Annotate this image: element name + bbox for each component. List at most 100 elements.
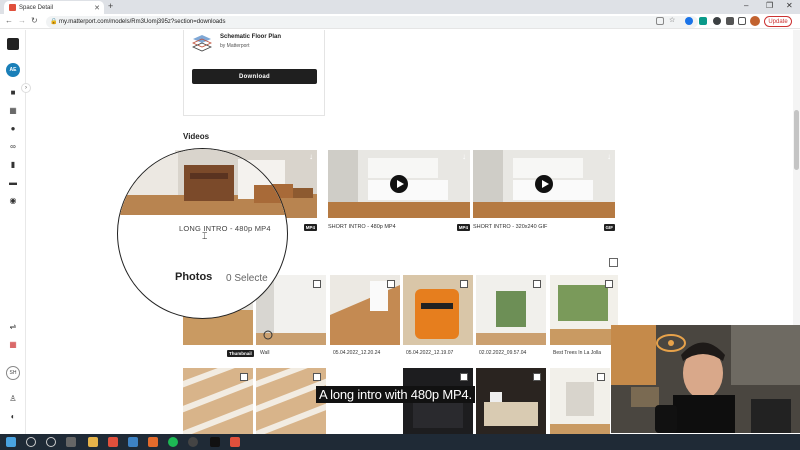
browser-tab[interactable]: Space Detail ✕ bbox=[4, 1, 104, 14]
photo-checkbox[interactable] bbox=[460, 373, 468, 381]
users-icon[interactable]: ● bbox=[8, 124, 18, 134]
webcam-overlay bbox=[611, 325, 800, 433]
settings-sliders-icon[interactable]: ⇌ bbox=[8, 322, 18, 332]
forward-icon[interactable]: → bbox=[18, 16, 26, 25]
videos-heading: Videos bbox=[183, 132, 210, 141]
photo-checkbox[interactable] bbox=[460, 280, 468, 288]
play-button-icon[interactable] bbox=[535, 175, 553, 193]
back-icon[interactable]: ← bbox=[5, 16, 13, 25]
photo-thumbnail[interactable] bbox=[330, 275, 400, 345]
photo-label: 02.02.2022_09.57.04 bbox=[479, 350, 527, 356]
photo-thumbnail[interactable] bbox=[256, 368, 326, 438]
photo-thumbnail[interactable] bbox=[550, 368, 610, 438]
photo-thumbnail[interactable] bbox=[550, 275, 618, 345]
browser-toolbar: ← → ↻ 🔒 my.matterport.com/models/Rm3Uomj… bbox=[0, 14, 800, 29]
globe-icon[interactable]: ◉ bbox=[8, 196, 18, 206]
mouse-cursor-icon: ⌶ bbox=[202, 231, 208, 241]
photo-checkbox[interactable] bbox=[597, 373, 605, 381]
download-arrow-icon[interactable]: ↓ bbox=[309, 152, 313, 161]
new-tab-icon[interactable]: + bbox=[108, 1, 113, 11]
extensions-puzzle-icon[interactable] bbox=[726, 17, 734, 25]
format-badge: GIF bbox=[603, 224, 615, 231]
file-explorer-icon[interactable] bbox=[88, 437, 98, 447]
photo-thumbnail[interactable] bbox=[403, 275, 473, 345]
photos-heading: Photos bbox=[175, 271, 213, 283]
photo-checkbox[interactable] bbox=[240, 373, 248, 381]
expand-sidebar-chevron-icon[interactable]: › bbox=[21, 83, 31, 93]
floor-plan-icon bbox=[192, 35, 212, 52]
extension-2-icon[interactable] bbox=[699, 17, 707, 25]
photo-checkbox[interactable] bbox=[605, 280, 613, 288]
video-card-short-intro-gif[interactable]: ↓ SHORT INTRO - 320x240 GIF GIF bbox=[473, 150, 615, 236]
analytics-icon[interactable]: ▮ bbox=[8, 160, 18, 170]
side-panel-icon[interactable] bbox=[738, 17, 746, 25]
search-icon[interactable] bbox=[26, 437, 36, 447]
minimize-icon[interactable]: – bbox=[744, 1, 748, 10]
photo-checkbox[interactable] bbox=[313, 280, 321, 288]
photo-checkbox[interactable] bbox=[533, 280, 541, 288]
photo-checkbox[interactable] bbox=[387, 280, 395, 288]
floor-plan-title: Schematic Floor Plan bbox=[220, 34, 282, 40]
download-button[interactable]: Download bbox=[192, 69, 317, 84]
page-scrollbar[interactable] bbox=[793, 30, 800, 325]
close-tab-icon[interactable]: ✕ bbox=[94, 4, 100, 12]
x-app-icon[interactable] bbox=[210, 437, 220, 447]
folder-icon[interactable]: ■ bbox=[8, 88, 18, 98]
camera-icon[interactable]: ▬ bbox=[8, 178, 18, 188]
photo-thumbnail[interactable] bbox=[476, 275, 546, 345]
dashboard-icon[interactable]: ▦ bbox=[8, 106, 18, 116]
format-badge: MP4 bbox=[303, 224, 317, 231]
select-all-photos-checkbox[interactable] bbox=[609, 258, 618, 267]
help-icon[interactable]: ◐ bbox=[8, 412, 18, 422]
maximize-icon[interactable]: ❐ bbox=[766, 1, 773, 10]
grid-apps-icon[interactable]: ▦ bbox=[8, 340, 18, 350]
tab-title: Space Detail bbox=[19, 4, 54, 11]
spotify-icon[interactable] bbox=[168, 437, 178, 447]
share-icon[interactable] bbox=[656, 17, 664, 25]
browser-tab-bar: Space Detail ✕ + – ❐ ✕ bbox=[0, 0, 800, 14]
address-bar[interactable]: 🔒 my.matterport.com/models/Rm3Uomj395z?s… bbox=[46, 16, 698, 28]
photo-thumbnail[interactable] bbox=[183, 368, 253, 438]
user-avatar[interactable]: AE bbox=[6, 63, 20, 77]
photo-checkbox[interactable] bbox=[313, 373, 321, 381]
photo-checkbox[interactable] bbox=[533, 373, 541, 381]
magnified-video-label: LONG INTRO - 480p MP4 bbox=[179, 224, 271, 233]
update-button[interactable]: Update bbox=[764, 16, 792, 27]
scrollbar-thumb[interactable] bbox=[794, 110, 799, 170]
magnifier-lens: LONG INTRO - 480p MP4 ⌶ Photos 0 Selecte bbox=[117, 148, 288, 319]
powerpoint-icon[interactable] bbox=[230, 437, 240, 447]
app-icon-2[interactable] bbox=[188, 437, 198, 447]
video-caption: A long intro with 480p MP4. bbox=[316, 386, 475, 403]
reload-icon[interactable]: ↻ bbox=[31, 16, 38, 25]
thumbnail-badge: Thumbnail bbox=[227, 350, 254, 357]
app-icon-1[interactable] bbox=[128, 437, 138, 447]
task-view-icon[interactable] bbox=[66, 437, 76, 447]
photo-thumbnail[interactable] bbox=[403, 368, 473, 438]
extension-1-icon[interactable] bbox=[685, 17, 693, 25]
url-text: my.matterport.com/models/Rm3Uomj395z?sec… bbox=[59, 19, 226, 25]
cortana-icon[interactable] bbox=[46, 437, 56, 447]
floor-plan-card: Schematic Floor Plan by Matterport Downl… bbox=[183, 30, 325, 116]
matterport-logo-icon[interactable] bbox=[7, 38, 19, 50]
firefox-icon[interactable] bbox=[148, 437, 158, 447]
download-arrow-icon[interactable]: ↓ bbox=[607, 152, 611, 161]
format-badge: MP4 bbox=[456, 224, 470, 231]
photo-label: 05.04.2022_12.20.24 bbox=[333, 350, 381, 356]
bookmark-star-icon[interactable]: ☆ bbox=[669, 16, 675, 24]
photos-selected-count: 0 Selecte bbox=[226, 273, 268, 284]
video-card-short-intro-mp4[interactable]: ↓ SHORT INTRO - 480p MP4 MP4 bbox=[328, 150, 470, 236]
download-arrow-icon[interactable]: ↓ bbox=[462, 152, 466, 161]
extension-3-icon[interactable] bbox=[713, 17, 721, 25]
photo-label: Wall bbox=[260, 350, 270, 356]
chrome-app-icon[interactable] bbox=[108, 437, 118, 447]
app-sidebar: AE › ■ ▦ ● ∞ ▮ ▬ ◉ ⇌ ▦ SH ♙ ◐ bbox=[0, 30, 31, 434]
photo-thumbnail[interactable] bbox=[476, 368, 546, 438]
account-icon[interactable]: ♙ bbox=[8, 394, 18, 404]
profile-avatar[interactable] bbox=[750, 16, 760, 26]
workspace-avatar[interactable]: SH bbox=[6, 366, 20, 380]
link-icon[interactable]: ∞ bbox=[8, 142, 18, 152]
play-button-icon[interactable] bbox=[390, 175, 408, 193]
floor-plan-author: by Matterport bbox=[220, 43, 250, 49]
windows-start-icon[interactable] bbox=[6, 437, 16, 447]
close-window-icon[interactable]: ✕ bbox=[786, 1, 793, 10]
